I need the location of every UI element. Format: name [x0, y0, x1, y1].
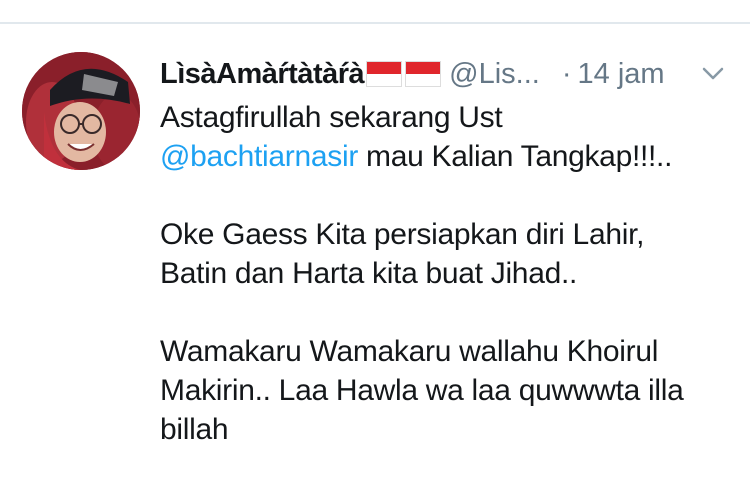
tweet-line: Wamakaru Wamakaru wallahu Khoirul	[160, 335, 659, 368]
tweet-line: Makirin.. Laa Hawla wa laa quwwwta illa	[160, 374, 684, 407]
tweet-line: Astagfirullah sekarang Ust	[160, 101, 503, 134]
chevron-down-icon[interactable]	[702, 63, 724, 85]
display-name[interactable]: LìsàAmàŕtàtàŕà	[160, 58, 365, 91]
tweet-line: Oke Gaess Kita persiapkan diri Lahir,	[160, 218, 645, 251]
tweet-line: billah	[160, 413, 229, 446]
top-divider	[0, 22, 750, 24]
mention-link[interactable]: @bachtiarnasir	[160, 140, 358, 173]
tweet-text: Astagfirullah sekarang Ust @bachtiarnasi…	[160, 98, 740, 449]
indonesia-flag-icon	[405, 61, 442, 87]
separator-dot: ·	[561, 57, 572, 90]
tweet-line: Batin dan Harta kita buat Jihad..	[160, 257, 578, 290]
tweet-line: @bachtiarnasir mau Kalian Tangkap!!!..	[160, 137, 740, 176]
indonesia-flag-icon	[366, 61, 403, 87]
flag-emojis	[366, 61, 442, 87]
avatar-image	[22, 52, 140, 170]
user-handle[interactable]: @Lis...	[449, 58, 540, 91]
tweet-header: LìsàAmàŕtàtàŕà @Lis... · 14 jam	[160, 52, 740, 96]
tweet-line-text: mau Kalian Tangkap!!!..	[358, 140, 673, 173]
tweet-timestamp[interactable]: 14 jam	[578, 58, 665, 91]
avatar[interactable]	[22, 52, 140, 170]
